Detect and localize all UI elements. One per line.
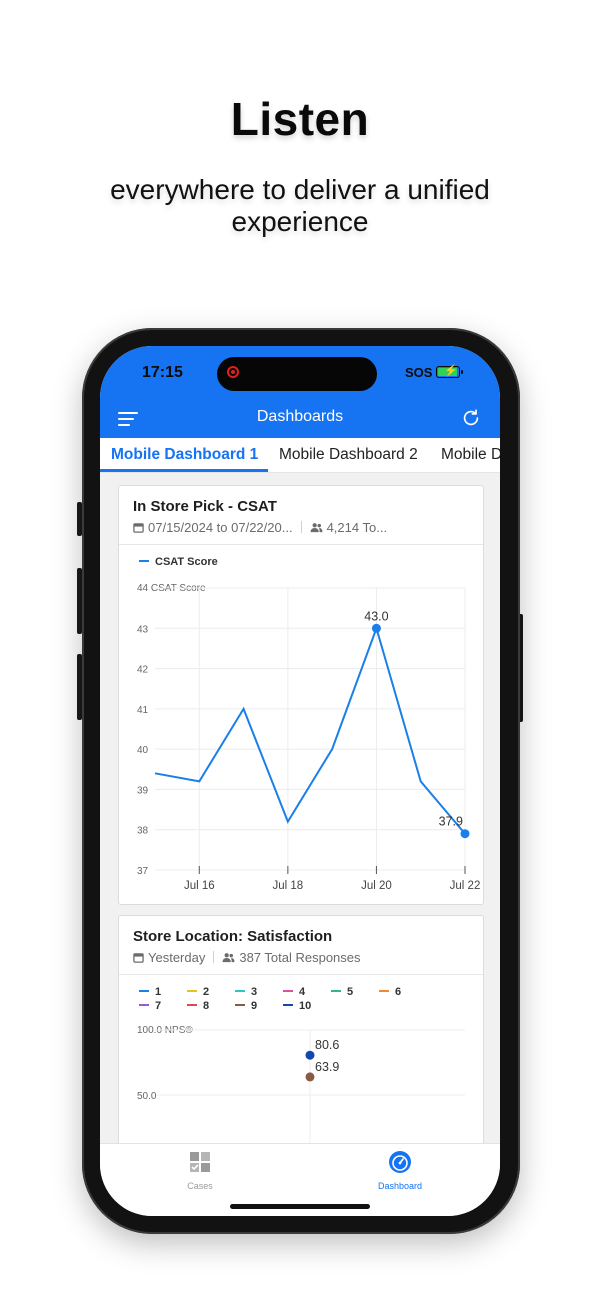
tab-mobile-dashboard-2[interactable]: Mobile Dashboard 2 [279, 446, 418, 464]
legend-swatch [187, 990, 197, 992]
legend-label: 2 [203, 986, 210, 998]
dashboard-content: In Store Pick - CSAT 07/15/2024 to 07/22… [100, 473, 500, 1143]
legend-item: 2 [187, 986, 209, 998]
legend-label: 4 [299, 986, 306, 998]
legend-item: 1 [139, 986, 161, 998]
legend-item: 5 [331, 986, 353, 998]
y-tick-label: 39 [137, 785, 149, 796]
status-time: 17:15 [142, 364, 183, 381]
legend-swatch [139, 990, 149, 992]
legend-swatch [331, 990, 341, 992]
csat-line-chart: 44 CSAT Score 37383940414243Jul 16 Jul 18… [137, 583, 481, 892]
legend-item: 10 [283, 1000, 311, 1012]
legend-label: CSAT Score [155, 556, 218, 568]
legend-label: 8 [203, 1000, 210, 1012]
legend-item: 3 [235, 986, 257, 998]
y-tick-label: 43 [137, 624, 149, 635]
legend-swatch [139, 1004, 149, 1006]
legend-item: 7 [139, 1000, 161, 1012]
data-label: 37.9 [439, 815, 463, 829]
legend-item: 9 [235, 1000, 257, 1012]
legend-label: 9 [251, 1000, 258, 1012]
data-label: 43.0 [364, 609, 388, 623]
nps-scatter-chart: 100.0 NPS® 50.080.663.9 [137, 1025, 465, 1143]
tab-mobile-dashboard-1[interactable]: Mobile Dashboard 1 [111, 446, 258, 464]
y-tick-label: 50.0 [137, 1091, 157, 1102]
widget-date-range: Yesterday [148, 950, 206, 965]
chart-legend: CSAT Score [139, 556, 218, 568]
legend-label: 7 [155, 1000, 162, 1012]
promo-headline: Listen [230, 93, 370, 145]
y-tick-label: 42 [137, 665, 149, 676]
legend-label: 1 [155, 986, 162, 998]
legend-swatch [187, 1004, 197, 1006]
widget-title: In Store Pick - CSAT [133, 498, 277, 515]
widget-responses: 4,214 To... [326, 520, 388, 535]
nav-label: Cases [187, 1181, 213, 1191]
nav-label: Dashboard [377, 1181, 423, 1191]
widget-meta: 07/15/2024 to 07/22/20... 4,214 To... [133, 520, 387, 535]
refresh-icon[interactable] [460, 407, 482, 429]
home-indicator [230, 1204, 370, 1209]
widget-card-store-satisfaction[interactable]: Store Location: Satisfaction Yesterday 3… [118, 915, 484, 1143]
legend-swatch [379, 990, 389, 992]
people-icon [310, 523, 323, 533]
legend-swatch [283, 1004, 293, 1006]
battery-icon: ⚡ [436, 365, 463, 378]
app-bar: Dashboards [100, 402, 500, 438]
widget-card-csat[interactable]: In Store Pick - CSAT 07/15/2024 to 07/22… [118, 485, 484, 905]
dashboard-gauge-icon [389, 1151, 411, 1173]
legend-swatch [235, 1004, 245, 1006]
data-point [305, 1072, 315, 1082]
legend-item: 4 [283, 986, 305, 998]
promo-subline: everywhere to deliver a unified experien… [110, 174, 490, 237]
legend-label: 6 [395, 986, 402, 998]
data-point [460, 829, 470, 839]
y-tick-label: 40 [137, 745, 149, 756]
widget-title: Store Location: Satisfaction [133, 928, 333, 945]
data-label: 80.6 [315, 1038, 339, 1052]
legend-label: 5 [347, 986, 354, 998]
y-tick-label: 41 [137, 705, 149, 716]
cases-icon [190, 1152, 210, 1172]
app-bar-title: Dashboards [256, 408, 344, 425]
data-point [305, 1050, 315, 1060]
legend-swatch [283, 990, 293, 992]
status-bar: 17:15 SOS ⚡ [100, 346, 500, 402]
calendar-icon [133, 953, 144, 963]
y-tick-label: 38 [137, 826, 149, 837]
status-carrier: SOS [405, 365, 433, 380]
nav-cases[interactable]: Cases [140, 1150, 260, 1191]
x-tick-label: Jul 18 [273, 880, 304, 892]
widget-date-range: 07/15/2024 to 07/22/20... [148, 520, 293, 535]
data-label: 63.9 [315, 1060, 339, 1074]
tab-mobile-dashboard-3[interactable]: Mobile D [441, 446, 500, 464]
y-tick-label: 37 [137, 866, 149, 877]
x-tick-label: Jul 16 [184, 880, 215, 892]
x-tick-label: Jul 22 [450, 880, 481, 892]
widget-responses: 387 Total Responses [239, 950, 361, 965]
legend-item: 8 [187, 1000, 209, 1012]
dashboard-tabs: Mobile Dashboard 1 Mobile Dashboard 2 Mo… [100, 438, 500, 473]
data-point [371, 623, 381, 633]
legend-label: 10 [299, 1000, 312, 1012]
dynamic-island [217, 357, 377, 391]
x-tick-label: Jul 20 [361, 880, 392, 892]
legend-label: 3 [251, 986, 258, 998]
legend-swatch [235, 990, 245, 992]
widget-meta: Yesterday 387 Total Responses [133, 950, 361, 965]
people-icon [222, 953, 235, 963]
recording-indicator-icon [227, 366, 239, 378]
phone-screen: 17:15 SOS ⚡ Dashboards Mobile Dashboard … [100, 346, 500, 1216]
legend-item: 6 [379, 986, 401, 998]
active-tab-indicator [100, 469, 268, 472]
calendar-icon [133, 523, 144, 533]
nav-dashboard[interactable]: Dashboard [340, 1150, 460, 1191]
series-line-csat [154, 625, 466, 835]
